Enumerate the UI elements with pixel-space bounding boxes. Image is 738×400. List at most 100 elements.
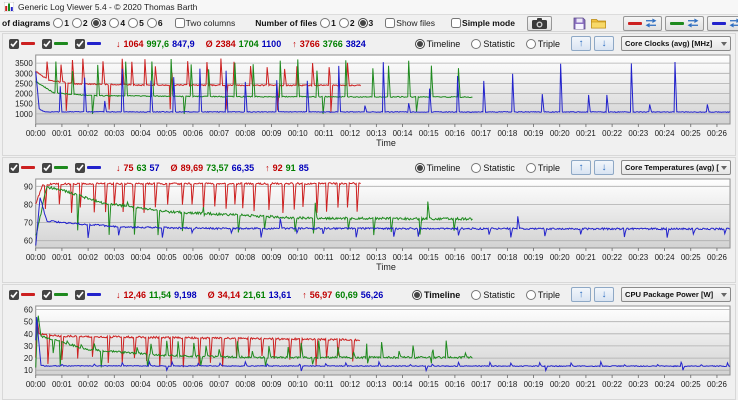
svg-text:00:07: 00:07 [209,253,229,262]
min-icon: ↓ [116,38,121,49]
open-folder-button[interactable] [590,16,607,31]
svg-text:00:17: 00:17 [471,380,491,389]
svg-text:00:15: 00:15 [419,253,439,262]
files-radio-2[interactable]: 2 [338,18,355,28]
svg-text:00:14: 00:14 [393,380,413,389]
svg-text:00:03: 00:03 [104,380,124,389]
svg-text:00:08: 00:08 [235,129,255,138]
avg-value-red: 2384 [215,38,236,49]
show-files-checkbox[interactable]: Show files [385,18,435,28]
svg-text:00:10: 00:10 [288,380,308,389]
avg-value-blue: 13,61 [268,289,292,300]
panel2-header: ↓ 75 63 57 Ø 89,69 73,57 66,35 ↑ 92 91 8… [3,158,735,176]
green-series-swatch [54,166,68,169]
panel1-move-down-button[interactable]: ↓ [594,36,614,51]
svg-text:00:22: 00:22 [602,380,622,389]
max-icon: ↑ [302,289,307,300]
panel3-series2-checkbox[interactable] [42,289,68,300]
panel1-view-triple[interactable]: Triple [525,38,560,49]
panel2-series3-checkbox[interactable] [75,162,101,173]
svg-text:00:24: 00:24 [655,380,675,389]
save-button[interactable] [572,16,587,31]
panel1-series2-checkbox[interactable] [42,38,68,49]
panel2-series1-checkbox[interactable] [9,162,35,173]
panel2-move-down-button[interactable]: ↓ [594,160,614,175]
svg-text:00:02: 00:02 [78,129,98,138]
svg-text:10: 10 [24,366,33,375]
panel1-move-up-button[interactable]: ↑ [571,36,591,51]
panel2-view-timeline[interactable]: Timeline [414,162,460,173]
screenshot-button[interactable] [526,15,552,31]
change-color-red-button[interactable] [622,15,662,31]
panel3-series3-checkbox[interactable] [75,289,101,300]
green-series-swatch [54,293,68,296]
panel1-header: ↓ 1064 997,6 847,9 Ø 2384 1704 1100 ↑ 37… [3,34,735,52]
panel-core-clocks: ↓ 1064 997,6 847,9 Ø 2384 1704 1100 ↑ 37… [2,33,736,156]
panel3-series1-checkbox[interactable] [9,289,35,300]
files-radio-1[interactable]: 1 [320,18,336,28]
blue-series-swatch [87,166,101,169]
avg-icon: Ø [170,162,178,173]
down-arrow-icon: ↓ [601,37,607,49]
diagrams-radio-4[interactable]: 4 [109,18,125,28]
down-arrow-icon: ↓ [601,288,607,300]
panel3-view-triple[interactable]: Triple [525,289,560,300]
avg-value-green: 21,61 [243,289,266,300]
panel2-view-triple[interactable]: Triple [525,162,560,173]
panel3-move-down-button[interactable]: ↓ [594,287,614,302]
cpu-package-power-chart[interactable]: 10 20 30 40 50 60 00:00 00:01 00:02 00:03 00:04 00:… [3,303,735,389]
change-color-green-button[interactable] [664,15,704,31]
panel1-view-timeline[interactable]: Timeline [414,38,460,49]
panel-core-temperatures: ↓ 75 63 57 Ø 89,69 73,57 66,35 ↑ 92 91 8… [2,157,736,283]
panel1-series1-checkbox[interactable] [9,38,35,49]
svg-text:00:12: 00:12 [340,253,360,262]
svg-text:00:19: 00:19 [524,253,544,262]
svg-text:00:09: 00:09 [262,380,282,389]
svg-text:00:00: 00:00 [26,129,46,138]
svg-text:20: 20 [24,354,33,363]
diagrams-radio-3[interactable]: 3 [90,18,106,28]
panel3-view-timeline[interactable]: Timeline [411,289,460,300]
svg-text:00:17: 00:17 [471,129,491,138]
panel3-metric-dropdown[interactable]: CPU Package Power [W] [621,287,731,302]
camera-icon [531,17,547,29]
max-icon: ↑ [292,38,297,49]
panel2-series2-checkbox[interactable] [42,162,68,173]
panel2-metric-dropdown[interactable]: Core Temperatures (avg) [°C] [621,160,731,175]
svg-text:00:20: 00:20 [550,380,570,389]
diagrams-radio-6[interactable]: 6 [146,18,163,28]
up-arrow-icon: ↑ [578,161,584,173]
panel1-view-statistic[interactable]: Statistic [471,38,515,49]
svg-text:00:19: 00:19 [524,380,544,389]
min-value-blue: 57 [149,162,160,173]
core-temperatures-chart[interactable]: 60 70 80 90 00:00 00:01 00:02 00:03 00:04 00:05 00… [3,176,735,262]
svg-text:00:01: 00:01 [52,253,72,262]
app-icon [4,2,14,12]
svg-text:2000: 2000 [15,90,33,99]
panel3-view-statistic[interactable]: Statistic [471,289,515,300]
core-clocks-chart[interactable]: 100015002000 250030003500 00:00 00:01 00:02 0… [3,52,735,138]
svg-text:00:16: 00:16 [445,380,465,389]
max-value-red: 92 [272,162,283,173]
panel1-series3-checkbox[interactable] [75,38,101,49]
simple-mode-checkbox[interactable]: Simple mode [451,18,515,28]
svg-text:50: 50 [24,318,33,327]
blue-series-swatch [87,293,101,296]
svg-text:00:22: 00:22 [602,129,622,138]
panel2-chart-area: 60 70 80 90 00:00 00:01 00:02 00:03 00:04 00:05 00… [3,176,735,262]
diagrams-radio-1[interactable]: 1 [53,18,69,28]
two-columns-checkbox[interactable]: Two columns [174,18,235,28]
panel3-move-up-button[interactable]: ↑ [571,287,591,302]
svg-text:00:21: 00:21 [576,129,596,138]
diagrams-radio-5[interactable]: 5 [128,18,144,28]
up-arrow-icon: ↑ [578,37,584,49]
panel2-view-statistic[interactable]: Statistic [471,162,515,173]
diagrams-radio-2[interactable]: 2 [71,18,88,28]
change-color-blue-button[interactable] [706,15,738,31]
min-value-blue: 9,198 [174,289,197,300]
files-radio-3[interactable]: 3 [357,18,373,28]
svg-text:00:12: 00:12 [340,380,360,389]
panel1-metric-dropdown[interactable]: Core Clocks (avg) [MHz] [621,36,731,51]
svg-text:00:03: 00:03 [104,129,124,138]
panel2-move-up-button[interactable]: ↑ [571,160,591,175]
